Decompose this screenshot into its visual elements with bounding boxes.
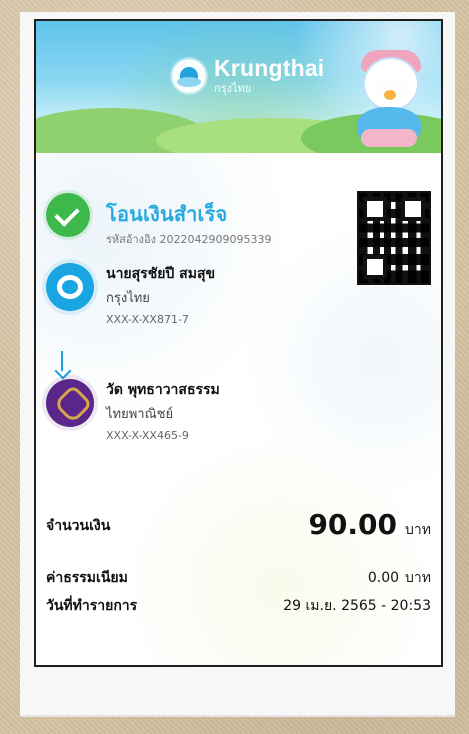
date-label: วันที่ทำรายการ bbox=[46, 598, 138, 614]
brand-text: Krungthai กรุงไทย bbox=[214, 55, 325, 96]
date-value: 29 เม.ย. 2565 - 20:53 bbox=[283, 598, 431, 614]
fee-value: 0.00 bbox=[367, 570, 400, 586]
slip-header: Krungthai กรุงไทย bbox=[36, 21, 441, 163]
transfer-slip: Krungthai กรุงไทย โอนเงินสำเร็จ รหัสอ้าง… bbox=[34, 19, 443, 667]
fee-label: ค่าธรรมเนียม bbox=[46, 570, 128, 586]
receiver-bank-icon bbox=[46, 379, 94, 427]
amount-value-group: 90.00 บาท bbox=[308, 511, 431, 541]
bank-brand: Krungthai กรุงไทย bbox=[172, 57, 324, 95]
sender-bank-icon bbox=[46, 263, 94, 311]
date-row: วันที่ทำรายการ 29 เม.ย. 2565 - 20:53 bbox=[46, 595, 431, 617]
transfer-status: โอนเงินสำเร็จ รหัสอ้างอิง 20220429090953… bbox=[46, 193, 326, 251]
sender-account: XXX-X-XX871-7 bbox=[106, 313, 189, 326]
check-circle-icon bbox=[46, 193, 90, 237]
status-title: โอนเงินสำเร็จ bbox=[106, 202, 228, 226]
mascot-beak bbox=[384, 90, 396, 100]
slip-content: โอนเงินสำเร็จ รหัสอ้างอิง 20220429090953… bbox=[36, 153, 441, 665]
receiver-bank-name: ไทยพาณิชย์ bbox=[106, 407, 174, 422]
receiver-name: วัด พุทธาวาสธรรม bbox=[106, 382, 220, 398]
amount-unit: บาท bbox=[405, 522, 431, 538]
mascot-skirt bbox=[361, 129, 417, 147]
fee-value-group: 0.00 บาท bbox=[368, 567, 431, 589]
amount-value: 90.00 bbox=[308, 508, 398, 541]
qr-code-icon bbox=[357, 191, 431, 285]
mascot-image bbox=[353, 45, 431, 157]
amount-label: จำนวนเงิน bbox=[46, 518, 111, 534]
krungthai-logo-icon bbox=[172, 59, 206, 94]
sender-bank-name: กรุงไทย bbox=[106, 291, 150, 306]
fee-row: ค่าธรรมเนียม 0.00 บาท bbox=[46, 567, 431, 589]
amount-row: จำนวนเงิน 90.00 บาท bbox=[46, 511, 431, 541]
card-bottom-shadow bbox=[20, 715, 455, 717]
sender-name: นายสุรชัยปี สมสุข bbox=[106, 266, 216, 282]
fee-unit: บาท bbox=[405, 570, 431, 586]
receiver-account: XXX-X-XX465-9 bbox=[106, 429, 189, 442]
bank-subtitle: กรุงไทย bbox=[214, 82, 252, 95]
down-arrow-icon bbox=[61, 351, 63, 371]
slip-card: Krungthai กรุงไทย โอนเงินสำเร็จ รหัสอ้าง… bbox=[20, 12, 455, 717]
receiver-section: วัด พุทธาวาสธรรม ไทยพาณิชย์ XXX-X-XX465-… bbox=[46, 379, 336, 481]
sender-section: นายสุรชัยปี สมสุข กรุงไทย XXX-X-XX871-7 bbox=[46, 263, 336, 361]
bank-name: Krungthai bbox=[214, 55, 325, 81]
reference-code: รหัสอ้างอิง 2022042909095339 bbox=[106, 233, 272, 246]
